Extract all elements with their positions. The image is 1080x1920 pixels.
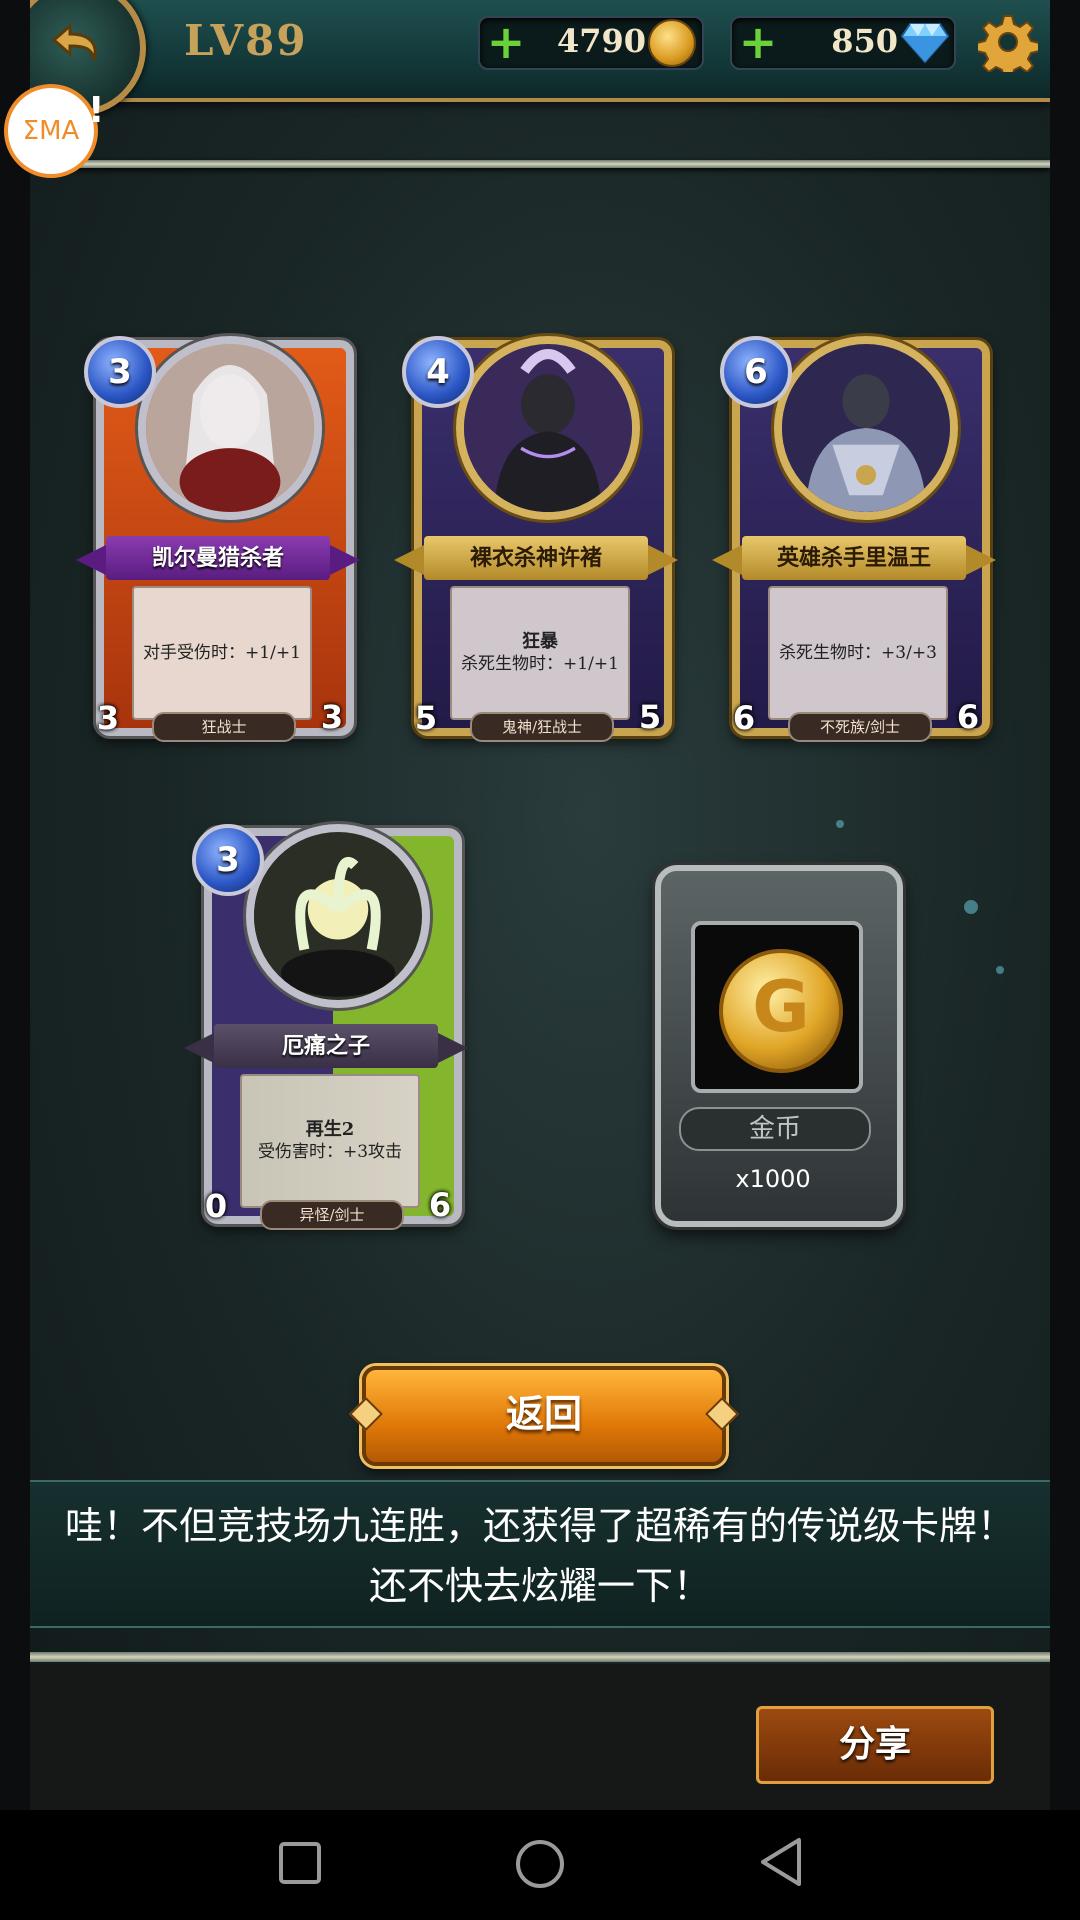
return-button-label: 返回	[505, 1392, 582, 1436]
card-name-ribbon: 英雄杀手里温王	[712, 536, 996, 580]
mana-cost: 6	[720, 336, 792, 408]
game-screen: LV89 + 4790 + 850 3 凯尔曼猎杀者 对手受伤时：+1/+1 3…	[30, 0, 1050, 1810]
card-effect: 对手受伤时：+1/+1	[143, 643, 301, 663]
gear-icon[interactable]	[978, 12, 1038, 72]
health-value: 6	[416, 1176, 466, 1236]
bottom-divider	[30, 1652, 1050, 1662]
diamond-counter: + 850	[730, 16, 956, 70]
card-xu-chu[interactable]: 4 裸衣杀神许褚 狂暴 杀死生物时：+1/+1 5 5 鬼神/狂战士	[394, 300, 678, 748]
message-line-1: 哇！不但竞技场九连胜，还获得了超稀有的传说级卡牌！	[64, 1504, 1015, 1548]
card-name: 裸衣杀神许褚	[424, 536, 648, 580]
card-name-ribbon: 厄痛之子	[184, 1024, 468, 1068]
top-divider	[30, 160, 1050, 168]
health-value: 5	[626, 688, 676, 748]
back-arrow-icon	[51, 22, 97, 61]
attack-value: 5	[400, 692, 452, 744]
player-level: LV89	[184, 16, 308, 65]
reward-quantity: x1000	[735, 1165, 811, 1193]
gold-coin-icon: G	[719, 949, 843, 1073]
attack-value: 6	[718, 692, 770, 744]
health-value: 6	[944, 688, 994, 748]
card-portrait	[246, 824, 430, 1008]
health-value: 3	[308, 688, 358, 748]
card-name-ribbon: 凯尔曼猎杀者	[76, 536, 360, 580]
card-effect: 杀死生物时：+3/+3	[779, 643, 937, 663]
ema-overlay-alert: !	[88, 90, 105, 131]
card-kelman-hunter[interactable]: 3 凯尔曼猎杀者 对手受伤时：+1/+1 3 3 狂战士	[76, 300, 360, 748]
sparkle	[996, 966, 1004, 974]
gold-reward-card[interactable]: G 金币 x1000	[655, 865, 903, 1227]
share-button-label: 分享	[838, 1724, 911, 1765]
card-text: 再生2 受伤害时：+3攻击	[240, 1074, 420, 1208]
card-name: 英雄杀手里温王	[742, 536, 966, 580]
card-text: 狂暴 杀死生物时：+1/+1	[450, 586, 630, 720]
android-nav-bar	[0, 1810, 1080, 1920]
reward-icon-frame: G	[691, 921, 863, 1093]
card-tribe: 不死族/剑士	[788, 712, 932, 742]
card-tribe: 狂战士	[152, 712, 296, 742]
circle-icon[interactable]	[514, 1838, 566, 1890]
card-tribe: 鬼神/狂战士	[470, 712, 614, 742]
gold-amount: 4790	[556, 22, 646, 60]
attack-value: 3	[82, 692, 134, 744]
add-diamond-button[interactable]: +	[738, 19, 778, 65]
triangle-back-icon[interactable]	[757, 1836, 805, 1888]
card-effect: 杀死生物时：+1/+1	[461, 654, 619, 674]
sparkle	[964, 900, 978, 914]
card-text: 对手受伤时：+1/+1	[132, 586, 312, 720]
card-text: 杀死生物时：+3/+3	[768, 586, 948, 720]
top-bar: LV89 + 4790 + 850	[30, 0, 1050, 116]
victory-message: 哇！不但竞技场九连胜，还获得了超稀有的传说级卡牌！ 还不快去炫耀一下！	[30, 1480, 1050, 1628]
share-button[interactable]: 分享	[756, 1706, 994, 1784]
mana-cost: 3	[192, 824, 264, 896]
card-effect: 受伤害时：+3攻击	[257, 1142, 403, 1162]
card-keyword: 再生2	[305, 1119, 355, 1140]
return-button[interactable]: 返回	[349, 1366, 739, 1466]
card-name-ribbon: 裸衣杀神许褚	[394, 536, 678, 580]
diamond-amount: 850	[831, 22, 898, 60]
card-keyword: 狂暴	[522, 631, 558, 652]
card-portrait	[774, 336, 958, 520]
card-son-of-pain[interactable]: 3 厄痛之子 再生2 受伤害时：+3攻击 0 6 异怪/剑士	[184, 788, 468, 1236]
ema-overlay-badge[interactable]: ΣMA	[4, 84, 98, 178]
card-tribe: 异怪/剑士	[260, 1200, 404, 1230]
diamond-icon	[900, 23, 950, 64]
gold-coin-icon	[648, 19, 696, 67]
reward-name: 金币	[679, 1107, 871, 1151]
card-portrait	[138, 336, 322, 520]
square-icon[interactable]	[277, 1840, 323, 1886]
diamond-ornament-icon	[349, 1397, 383, 1431]
card-name: 厄痛之子	[214, 1024, 438, 1068]
card-hero-slayer[interactable]: 6 英雄杀手里温王 杀死生物时：+3/+3 6 6 不死族/剑士	[712, 300, 996, 748]
attack-value: 0	[190, 1180, 242, 1232]
add-gold-button[interactable]: +	[486, 19, 526, 65]
diamond-ornament-icon	[705, 1397, 739, 1431]
card-name: 凯尔曼猎杀者	[106, 536, 330, 580]
card-portrait	[456, 336, 640, 520]
message-line-2: 还不快去炫耀一下！	[368, 1564, 711, 1608]
mana-cost: 3	[84, 336, 156, 408]
mana-cost: 4	[402, 336, 474, 408]
gold-counter: + 4790	[478, 16, 704, 70]
sparkle	[836, 820, 844, 828]
